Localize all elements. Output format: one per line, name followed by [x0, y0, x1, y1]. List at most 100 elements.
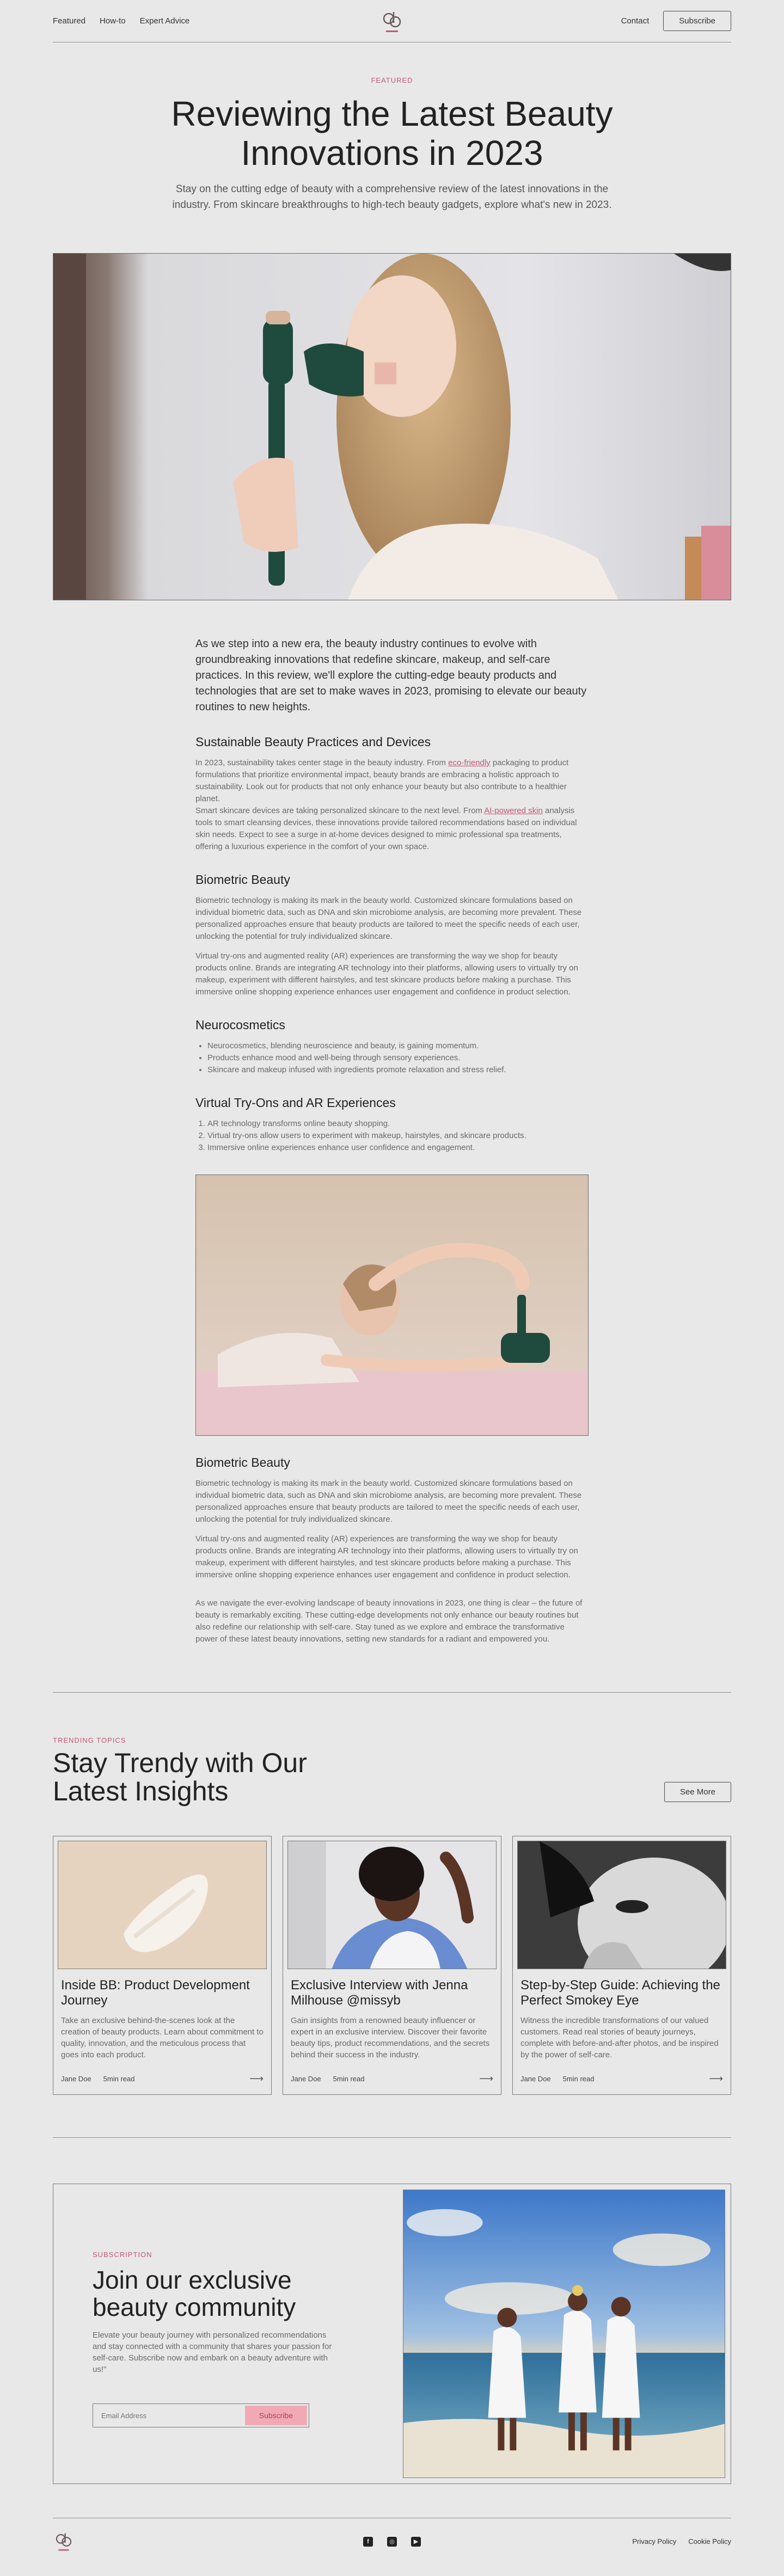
list-item: Immersive online experiences enhance use… [207, 1142, 589, 1154]
neuro-list: Neurocosmetics, blending neuroscience an… [195, 1040, 589, 1076]
site-header: Featured How-to Expert Advice Contact Su… [53, 0, 731, 42]
hero-title: Reviewing the Latest Beauty Innovations … [53, 94, 731, 173]
nav-left: Featured How-to Expert Advice [53, 16, 189, 26]
insight-cards: Inside BB: Product Development Journey T… [53, 1836, 731, 2095]
interview-woman-photo [288, 1841, 496, 1969]
card-title: Inside BB: Product Development Journey [61, 1978, 250, 2008]
subscribe-title: Join our exclusive beauty community [93, 2266, 403, 2321]
para-biometric-1: Biometric technology is making its mark … [195, 896, 582, 941]
subscribe-button[interactable]: Subscribe [244, 2406, 307, 2425]
subscribe-form: Subscribe [93, 2403, 309, 2427]
list-item: Virtual try-ons allow users to experimen… [207, 1130, 589, 1142]
nav-featured[interactable]: Featured [53, 16, 85, 26]
card-meta: Jane Doe 5min read ⟶ [58, 2073, 267, 2090]
article-lead: As we step into a new era, the beauty in… [195, 638, 587, 713]
heading-biometric-2: Biometric Beauty [195, 1455, 290, 1470]
card-meta: Jane Doe 5min read ⟶ [287, 2073, 497, 2090]
list-item: AR technology transforms online beauty s… [207, 1118, 589, 1130]
bb-logo-icon[interactable] [53, 2529, 75, 2554]
site-header-wrap: Featured How-to Expert Advice Contact Su… [53, 0, 731, 600]
footer-links: Privacy Policy Cookie Policy [632, 2537, 731, 2546]
card-read-time: 5min read [562, 2075, 595, 2083]
trending-eyebrow: TRENDING TOPICS [53, 1736, 126, 1744]
arrow-right-icon[interactable]: ⟶ [479, 2073, 493, 2085]
insight-card[interactable]: Exclusive Interview with Jenna Milhouse … [283, 1836, 501, 2095]
list-item: Neurocosmetics, blending neuroscience an… [207, 1040, 589, 1052]
para-closing: As we navigate the ever-evolving landsca… [195, 1599, 583, 1644]
subscribe-image [403, 2190, 725, 2478]
section-divider [53, 2137, 731, 2138]
para-sustainable-1: In 2023, sustainability takes center sta… [195, 757, 589, 805]
heading-sustainable: Sustainable Beauty Practices and Devices [195, 735, 431, 749]
nav-howto[interactable]: How-to [100, 16, 126, 26]
subscribe-title-line2: beauty community [93, 2293, 296, 2321]
youtube-icon[interactable]: ▶ [411, 2536, 421, 2547]
arrow-right-icon[interactable]: ⟶ [709, 2073, 723, 2085]
facebook-icon[interactable]: f [363, 2536, 373, 2547]
card-author: Jane Doe [291, 2075, 321, 2083]
card-desc: Witness the incredible transformations o… [520, 2016, 719, 2059]
insight-card[interactable]: Step-by-Step Guide: Achieving the Perfec… [512, 1836, 731, 2095]
link-ai-powered-skin[interactable]: AI-powered skin [484, 806, 543, 815]
article-body: As we step into a new era, the beauty in… [195, 600, 589, 1645]
heading-biometric: Biometric Beauty [195, 872, 290, 887]
card-image [517, 1841, 726, 1969]
trending-header: TRENDING TOPICS Stay Trendy with Our Lat… [53, 1736, 731, 1805]
card-image [287, 1841, 497, 1969]
smokey-eye-photo [518, 1841, 726, 1969]
subscribe-desc: Elevate your beauty journey with persona… [93, 2331, 332, 2374]
trending-title-line1: Stay Trendy with Our [53, 1748, 307, 1778]
card-meta: Jane Doe 5min read ⟶ [517, 2073, 726, 2090]
heading-virtual-tryons: Virtual Try-Ons and AR Experiences [195, 1096, 396, 1110]
card-desc: Take an exclusive behind-the-scenes look… [61, 2016, 264, 2059]
nav-right: Contact Subscribe [621, 11, 731, 31]
ar-list: AR technology transforms online beauty s… [195, 1118, 589, 1154]
hero-image [53, 253, 731, 600]
subscribe-content: SUBSCRIPTION Join our exclusive beauty c… [59, 2190, 403, 2478]
women-beach-photo [403, 2190, 725, 2477]
instagram-icon[interactable]: ◎ [387, 2536, 397, 2547]
section-divider [53, 1692, 731, 1693]
heading-neurocosmetics: Neurocosmetics [195, 1018, 285, 1032]
arrow-right-icon[interactable]: ⟶ [249, 2073, 264, 2085]
social-links: f ◎ ▶ [363, 2536, 421, 2547]
card-desc: Gain insights from a renowned beauty inf… [291, 2016, 490, 2059]
list-item: Products enhance mood and well-being thr… [207, 1052, 589, 1064]
article-image [195, 1175, 589, 1436]
article-photo-woman-lying [196, 1175, 588, 1435]
header-subscribe-button[interactable]: Subscribe [663, 11, 731, 31]
subscribe-section: SUBSCRIPTION Join our exclusive beauty c… [53, 2184, 731, 2484]
nav-contact[interactable]: Contact [621, 16, 650, 26]
card-author: Jane Doe [520, 2075, 551, 2083]
nav-expert-advice[interactable]: Expert Advice [140, 16, 190, 26]
card-read-time: 5min read [103, 2075, 135, 2083]
subscribe-title-line1: Join our exclusive [93, 2266, 292, 2294]
cookie-policy-link[interactable]: Cookie Policy [688, 2537, 731, 2546]
hero-eyebrow: FEATURED [371, 76, 413, 84]
card-author: Jane Doe [61, 2075, 91, 2083]
card-read-time: 5min read [333, 2075, 365, 2083]
para-text: In 2023, sustainability takes center sta… [195, 758, 449, 767]
card-title: Exclusive Interview with Jenna Milhouse … [291, 1978, 468, 2008]
insight-card[interactable]: Inside BB: Product Development Journey T… [53, 1836, 272, 2095]
trending-title: Stay Trendy with Our Latest Insights [53, 1749, 307, 1805]
para-biometric2-2: Virtual try-ons and augmented reality (A… [195, 1534, 578, 1579]
list-item: Skincare and makeup infused with ingredi… [207, 1064, 589, 1076]
hero-section: FEATURED Reviewing the Latest Beauty Inn… [53, 42, 731, 213]
link-eco-friendly[interactable]: eco-friendly [448, 758, 491, 767]
para-biometric-2: Virtual try-ons and augmented reality (A… [195, 951, 578, 997]
lower-wrap: TRENDING TOPICS Stay Trendy with Our Lat… [53, 1692, 731, 2565]
hero-photo-woman-device [53, 254, 731, 600]
hero-title-line1: Reviewing the Latest Beauty [171, 94, 613, 133]
bb-logo-icon[interactable] [379, 8, 405, 36]
card-title: Step-by-Step Guide: Achieving the Perfec… [520, 1978, 720, 2008]
hero-title-line2: Innovations in 2023 [241, 133, 543, 173]
para-sustainable-2: Smart skincare devices are taking person… [195, 805, 589, 853]
email-input[interactable] [95, 2406, 245, 2425]
site-footer: f ◎ ▶ Privacy Policy Cookie Policy [53, 2518, 731, 2565]
privacy-policy-link[interactable]: Privacy Policy [632, 2537, 676, 2546]
see-more-button[interactable]: See More [664, 1782, 731, 1802]
trending-title-line2: Latest Insights [53, 1776, 229, 1806]
para-biometric2-1: Biometric technology is making its mark … [195, 1479, 582, 1524]
trending-heading-block: TRENDING TOPICS Stay Trendy with Our Lat… [53, 1736, 307, 1805]
